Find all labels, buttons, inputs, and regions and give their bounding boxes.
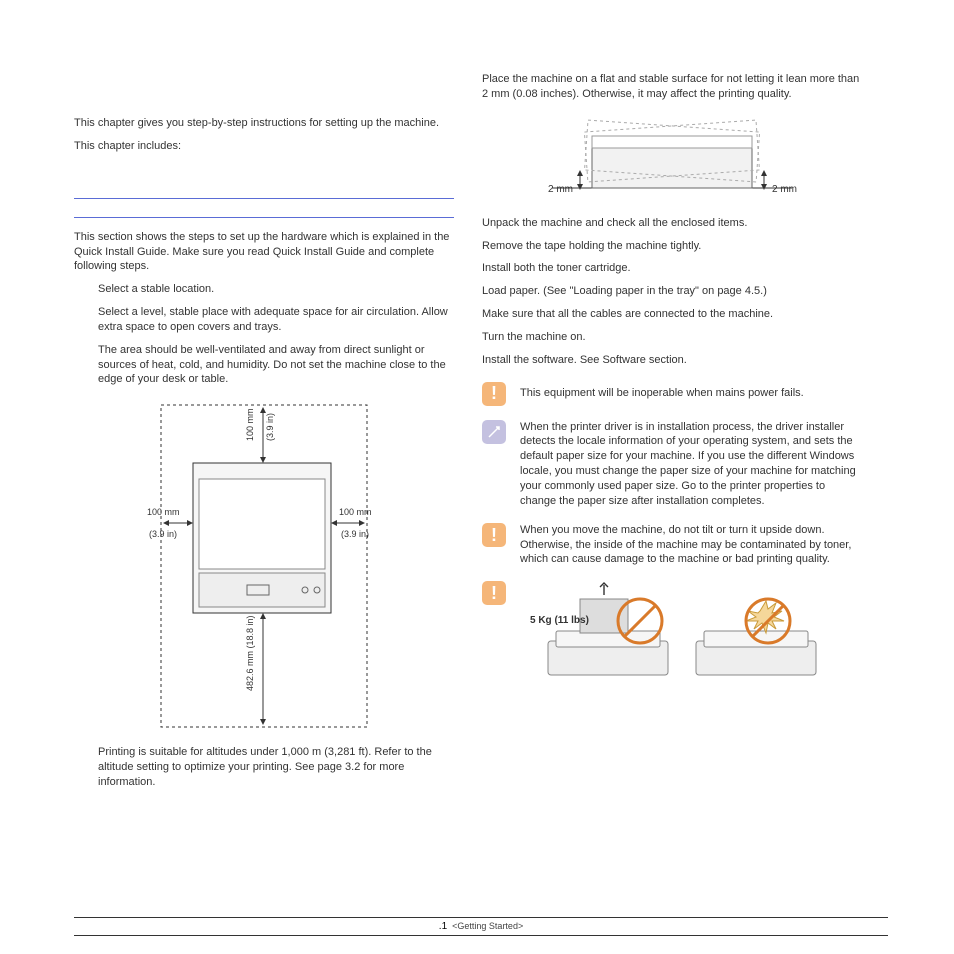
note-icon bbox=[482, 420, 506, 444]
step-cables: Make sure that all the cables are connec… bbox=[482, 307, 862, 322]
lift-diagram: 5 Kg (11 lbs) bbox=[520, 581, 840, 691]
left-column: This chapter gives you step-by-step inst… bbox=[74, 72, 454, 798]
svg-text:(3.9 in): (3.9 in) bbox=[149, 529, 177, 539]
svg-text:5 Kg (11 lbs): 5 Kg (11 lbs) bbox=[530, 615, 589, 626]
warning-tilt-text: When you move the machine, do not tilt o… bbox=[520, 523, 862, 568]
step-tape: Remove the tape holding the machine tigh… bbox=[482, 239, 862, 254]
svg-text:(3.9 in): (3.9 in) bbox=[265, 413, 275, 441]
step-location-detail: Select a level, stable place with adequa… bbox=[74, 305, 454, 335]
step-select-location: Select a stable location. bbox=[74, 282, 454, 297]
right-column: Place the machine on a flat and stable s… bbox=[482, 72, 862, 798]
chapter-includes: This chapter includes: bbox=[74, 139, 454, 154]
flat-surface-text: Place the machine on a flat and stable s… bbox=[482, 72, 862, 102]
warning-inoperable-text: This equipment will be inoperable when m… bbox=[520, 382, 862, 406]
clearance-diagram: 100 mm (3.9 in) 100 mm (3.9 in) 100 mm (… bbox=[141, 401, 387, 731]
svg-text:482.6 mm (18.8 in): 482.6 mm (18.8 in) bbox=[245, 616, 255, 692]
exclamation-icon: ! bbox=[482, 382, 506, 406]
step-ventilation: The area should be well-ventilated and a… bbox=[74, 343, 454, 388]
svg-text:100 mm: 100 mm bbox=[147, 507, 180, 517]
tilt-diagram: 2 mm 2 mm bbox=[542, 112, 802, 202]
page-number: .1 bbox=[439, 921, 447, 932]
step-software: Install the software. See Software secti… bbox=[482, 353, 862, 368]
svg-text:2 mm: 2 mm bbox=[548, 184, 573, 195]
altitude-note: Printing is suitable for altitudes under… bbox=[74, 745, 454, 790]
chapter-intro: This chapter gives you step-by-step inst… bbox=[74, 116, 454, 131]
svg-text:(3.9 in): (3.9 in) bbox=[341, 529, 369, 539]
warning-inoperable: ! This equipment will be inoperable when… bbox=[482, 382, 862, 406]
note-driver-text: When the printer driver is in installati… bbox=[520, 420, 862, 509]
step-toner: Install both the toner cartridge. bbox=[482, 261, 862, 276]
footer-section: <Getting Started> bbox=[452, 921, 523, 931]
step-paper: Load paper. (See "Loading paper in the t… bbox=[482, 284, 862, 299]
svg-text:100 mm: 100 mm bbox=[245, 409, 255, 442]
hardware-setup-intro: This section shows the steps to set up t… bbox=[74, 230, 454, 275]
subsection-rule bbox=[74, 217, 454, 218]
step-power: Turn the machine on. bbox=[482, 330, 862, 345]
svg-text:2 mm: 2 mm bbox=[772, 184, 797, 195]
section-rule bbox=[74, 198, 454, 199]
warning-tilt: ! When you move the machine, do not tilt… bbox=[482, 523, 862, 568]
exclamation-icon: ! bbox=[482, 523, 506, 547]
note-driver: When the printer driver is in installati… bbox=[482, 420, 862, 509]
svg-text:100 mm: 100 mm bbox=[339, 507, 372, 517]
step-unpack: Unpack the machine and check all the enc… bbox=[482, 216, 862, 231]
page-footer: .1 <Getting Started> bbox=[74, 917, 888, 937]
warning-lift: ! 5 Kg (11 lbs) bbox=[482, 581, 862, 691]
exclamation-icon: ! bbox=[482, 581, 506, 605]
page-body: This chapter gives you step-by-step inst… bbox=[0, 0, 954, 798]
